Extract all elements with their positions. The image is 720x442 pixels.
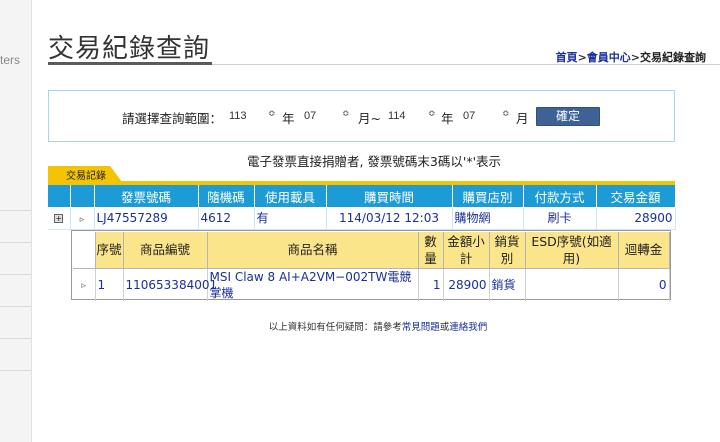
table-row[interactable]: ▹ 1 110653384001 MSI Claw 8 AI+A2VM−002T… bbox=[73, 268, 670, 301]
tab-transaction-records[interactable]: 交易記錄 bbox=[48, 166, 122, 182]
purchase-time-cell: 114/03/12 12:03 bbox=[326, 207, 453, 230]
faq-link[interactable]: 常見問題 bbox=[402, 322, 440, 333]
from-year-spinner-icon[interactable]: ≎ bbox=[268, 110, 276, 119]
query-range-label: 請選擇查詢範圍： bbox=[122, 111, 223, 126]
column-header[interactable]: 購買店別 bbox=[452, 185, 524, 207]
header-expand-column bbox=[48, 185, 71, 207]
amount-cell: 28900 bbox=[596, 207, 676, 230]
detail-column-header: 商品編號 bbox=[123, 232, 208, 269]
item-detail-panel: 序號 商品編號 商品名稱 數量 金額小計 銷貨別 ESD序號(如適用) 迴轉金 … bbox=[71, 230, 671, 301]
arrow-cell: ▹ bbox=[70, 207, 95, 230]
table-row[interactable]: + ▹ LJ47557289 4612 有 114/03/12 12:03 購物… bbox=[48, 207, 676, 230]
quantity-cell: 1 bbox=[418, 268, 444, 301]
page-title: 交易紀錄查詢 bbox=[48, 34, 211, 64]
to-month-unit: 月 bbox=[516, 111, 529, 126]
table-header-row: 發票號碼 隨機碼 使用載具 購買時間 購買店別 付款方式 交易金額 bbox=[48, 185, 676, 207]
product-name-cell: MSI Claw 8 AI+A2VM−002TW電競掌機 bbox=[207, 268, 419, 301]
to-year-spinner-icon[interactable]: ≎ bbox=[428, 110, 436, 119]
product-number-cell: 110653384001 bbox=[123, 268, 217, 301]
contact-us-link[interactable]: 連絡我們 bbox=[449, 322, 487, 333]
breadcrumb: 首頁>會員中心>交易紀錄查詢 bbox=[556, 49, 706, 65]
sidebar-divider bbox=[0, 338, 31, 339]
confirm-button[interactable]: 確定 bbox=[536, 107, 600, 126]
footer-prefix: 以上資料如有任何疑問：請參考 bbox=[268, 322, 402, 333]
detail-column-header: 金額小計 bbox=[443, 232, 490, 269]
detail-column-header: 迴轉金 bbox=[618, 232, 670, 269]
breadcrumb-member-link[interactable]: 會員中心 bbox=[587, 51, 631, 64]
detail-column-header: 數量 bbox=[418, 232, 444, 269]
to-month-spinner-icon[interactable]: ≎ bbox=[502, 110, 510, 119]
column-header[interactable]: 付款方式 bbox=[523, 185, 597, 207]
sale-type-cell: 銷貨 bbox=[489, 268, 526, 301]
to-month-select[interactable]: 07 bbox=[463, 110, 475, 122]
detail-header-row: 序號 商品編號 商品名稱 數量 金額小計 銷貨別 ESD序號(如適用) 迴轉金 bbox=[73, 232, 670, 269]
store-cell: 購物網 bbox=[452, 207, 524, 230]
column-header[interactable]: 發票號碼 bbox=[94, 185, 199, 207]
sidebar-fragment-text[interactable]: ters bbox=[0, 53, 20, 67]
esd-serial-cell bbox=[525, 268, 619, 301]
column-header[interactable]: 隨機碼 bbox=[198, 185, 255, 207]
carrier-cell: 有 bbox=[254, 207, 327, 230]
detail-column-header: 序號 bbox=[95, 232, 124, 269]
detail-header-arrow-column bbox=[73, 232, 96, 269]
column-header[interactable]: 交易金額 bbox=[596, 185, 676, 207]
transaction-table: 發票號碼 隨機碼 使用載具 購買時間 購買店別 付款方式 交易金額 + ▹ LJ… bbox=[48, 185, 676, 230]
from-year-select[interactable]: 113 bbox=[229, 110, 247, 122]
sidebar-divider bbox=[0, 370, 31, 371]
tab-label: 交易記錄 bbox=[66, 171, 106, 182]
invoice-number-cell: LJ47557289 bbox=[94, 207, 199, 230]
sidebar-divider bbox=[0, 210, 31, 211]
breadcrumb-home-link[interactable]: 首頁 bbox=[556, 51, 578, 64]
expand-cell: + bbox=[48, 207, 71, 230]
from-year-unit: 年 bbox=[282, 111, 295, 126]
breadcrumb-current: 交易紀錄查詢 bbox=[640, 51, 706, 64]
column-header[interactable]: 購買時間 bbox=[326, 185, 453, 207]
detail-column-header: 銷貨別 bbox=[489, 232, 526, 269]
query-panel: 請選擇查詢範圍： 113 ≎ 年 07 ≎ 月~ 114 ≎ 年 07 ≎ 月 … bbox=[48, 90, 675, 142]
to-year-select[interactable]: 114 bbox=[388, 110, 406, 122]
detail-row-arrow-icon: ▹ bbox=[81, 280, 87, 291]
footer-help-text: 以上資料如有任何疑問：請參考常見問題或連絡我們 bbox=[0, 319, 720, 333]
detail-arrow-cell: ▹ bbox=[73, 268, 96, 301]
detail-column-header: ESD序號(如適用) bbox=[525, 232, 619, 269]
payment-method-cell: 刷卡 bbox=[523, 207, 597, 230]
to-year-unit: 年 bbox=[441, 111, 454, 126]
detail-column-header: 商品名稱 bbox=[207, 232, 419, 269]
footer-or: 或 bbox=[439, 322, 450, 333]
from-month-unit: 月~ bbox=[358, 111, 381, 126]
row-arrow-icon: ▹ bbox=[79, 214, 85, 225]
title-underline bbox=[48, 62, 212, 65]
rebate-cell: 0 bbox=[618, 268, 670, 301]
sidebar-divider bbox=[0, 306, 31, 307]
breadcrumb-separator: > bbox=[630, 51, 640, 64]
seq-cell: 1 bbox=[95, 268, 124, 301]
subtotal-cell: 28900 bbox=[443, 268, 490, 301]
from-month-select[interactable]: 07 bbox=[304, 110, 316, 122]
sidebar-divider bbox=[0, 274, 31, 275]
random-code-cell: 4612 bbox=[198, 207, 255, 230]
sidebar-divider bbox=[0, 242, 31, 243]
expand-row-icon[interactable]: + bbox=[54, 213, 64, 223]
from-month-spinner-icon[interactable]: ≎ bbox=[342, 110, 350, 119]
breadcrumb-separator: > bbox=[577, 51, 587, 64]
query-row: 請選擇查詢範圍： 113 ≎ 年 07 ≎ 月~ 114 ≎ 年 07 ≎ 月 … bbox=[49, 91, 674, 141]
column-header[interactable]: 使用載具 bbox=[254, 185, 327, 207]
item-detail-table: 序號 商品編號 商品名稱 數量 金額小計 銷貨別 ESD序號(如適用) 迴轉金 … bbox=[73, 232, 670, 301]
left-sidebar: ters bbox=[0, 0, 32, 442]
header-arrow-column bbox=[70, 185, 95, 207]
